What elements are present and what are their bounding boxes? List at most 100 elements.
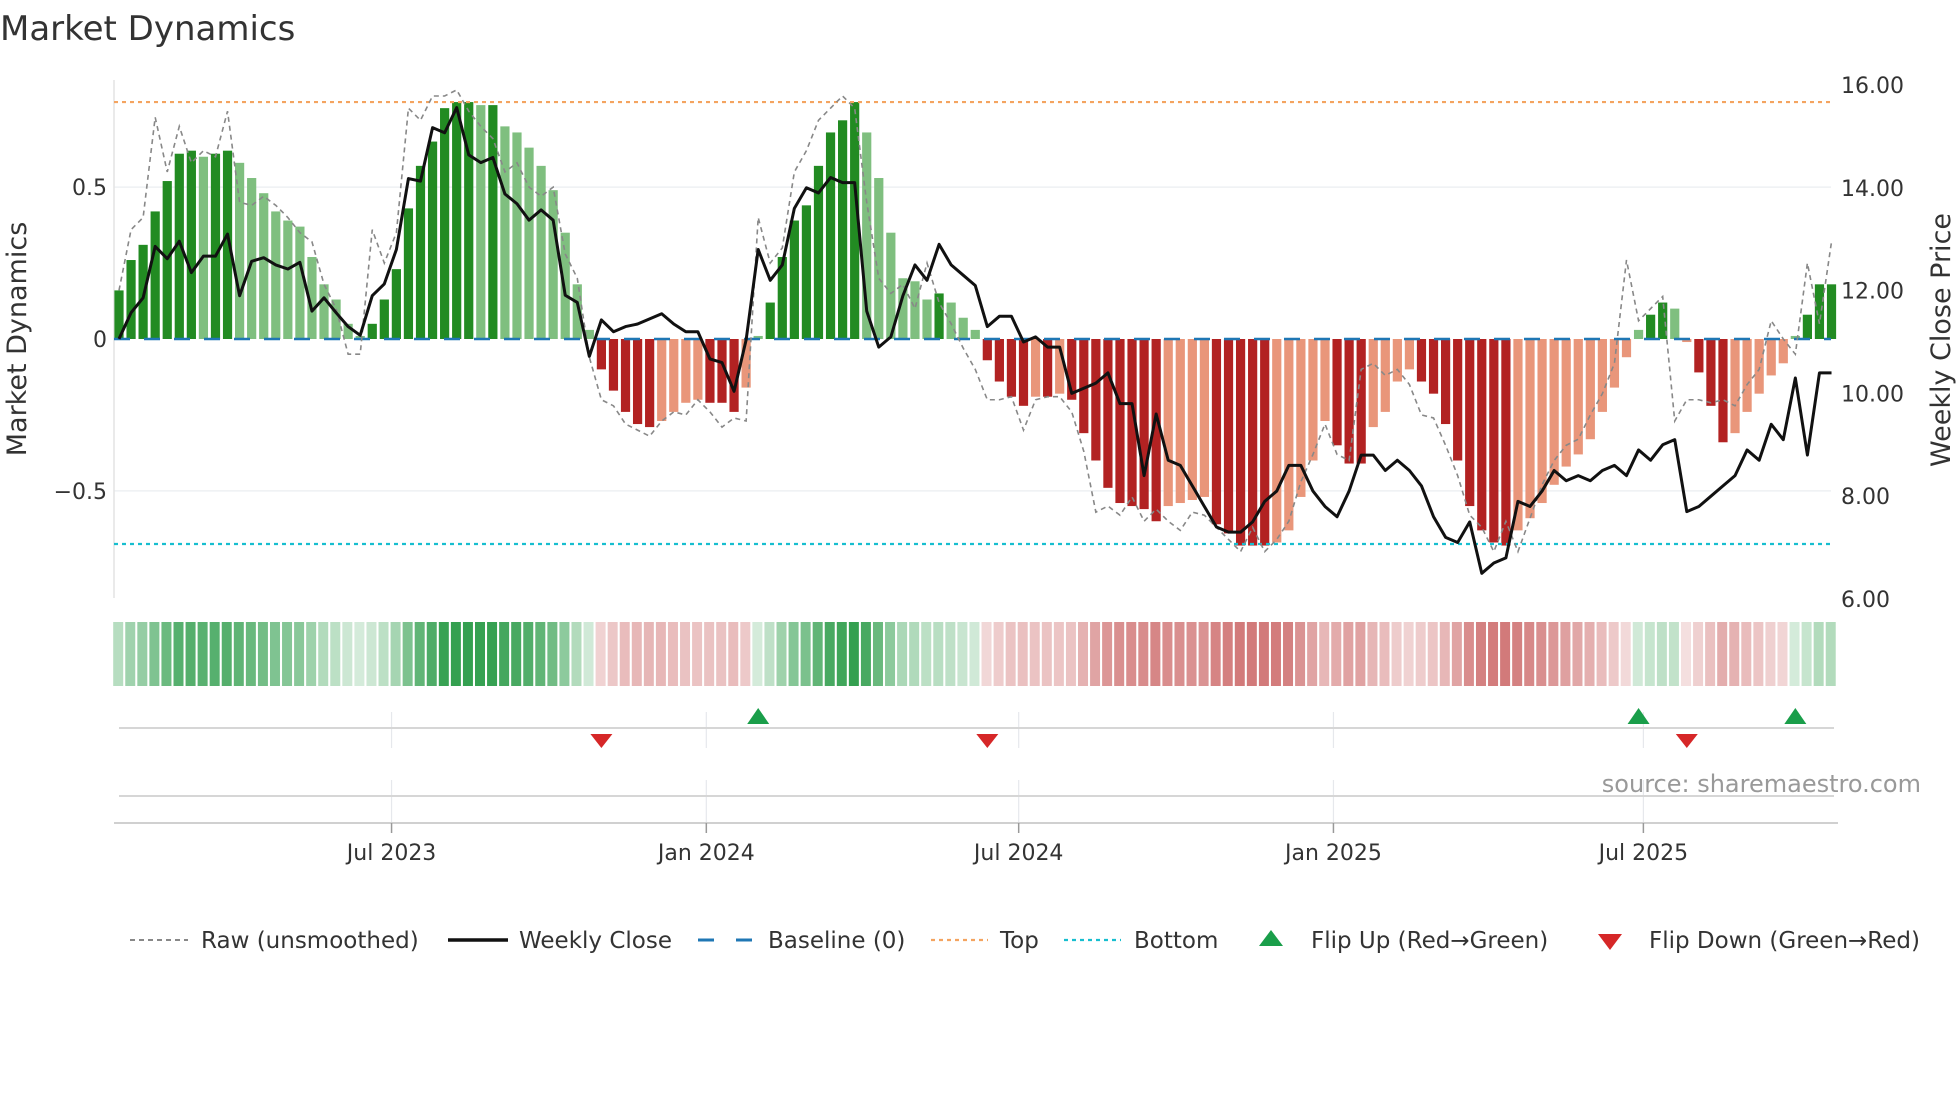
heat-cell xyxy=(1681,622,1691,686)
heat-cell xyxy=(1114,622,1125,686)
heat-cell xyxy=(137,622,148,686)
heat-cell xyxy=(800,622,811,686)
dynamics-bar xyxy=(1344,339,1354,464)
dynamics-bar xyxy=(825,132,836,339)
dynamics-bar xyxy=(789,220,799,339)
heat-cell xyxy=(993,622,1004,686)
dynamics-bar xyxy=(150,211,160,339)
heat-cell xyxy=(740,622,751,686)
heat-cell xyxy=(1295,622,1306,686)
dynamics-bar xyxy=(500,126,510,339)
heat-cell xyxy=(342,622,353,686)
heat-cell xyxy=(535,622,546,686)
heat-cell xyxy=(848,622,859,686)
dynamics-bar xyxy=(235,162,245,339)
dynamics-bar xyxy=(476,105,486,339)
heat-cell xyxy=(1126,622,1137,686)
dynamics-bar xyxy=(1260,339,1270,546)
heat-cell xyxy=(185,622,196,686)
heat-cell xyxy=(1053,622,1064,686)
market-dynamics-chart: Market Dynamics 0.5 0 −0.5 16.00 14.00 12.00… xyxy=(0,9,1957,954)
heat-cell xyxy=(885,622,896,686)
heat-cell xyxy=(957,622,968,686)
dynamics-bar xyxy=(1694,339,1704,373)
heat-cell xyxy=(390,622,401,686)
y2-tick-label: 8.00 xyxy=(1841,485,1890,510)
heat-cell xyxy=(1403,622,1414,686)
y2-tick-label: 14.00 xyxy=(1841,177,1904,202)
x-axis-ticks: Jul 2023 Jan 2024 Jul 2024 Jan 2025 Jul 2025 xyxy=(345,823,1688,866)
y2-tick-label: 6.00 xyxy=(1841,588,1890,613)
dynamics-bar xyxy=(1416,339,1427,382)
heat-cell xyxy=(1210,622,1221,686)
heat-cell xyxy=(595,622,606,686)
heat-cell xyxy=(1753,622,1764,686)
heat-cell xyxy=(667,622,678,686)
heat-cell xyxy=(1319,622,1330,686)
heat-cell xyxy=(1307,622,1318,686)
heat-cell xyxy=(1174,622,1185,686)
dynamics-bar xyxy=(295,226,305,339)
heat-cell xyxy=(1560,622,1571,686)
heat-cell xyxy=(824,622,835,686)
dynamics-bar xyxy=(1537,339,1547,504)
dynamics-bar xyxy=(608,339,619,391)
dynamics-bar xyxy=(283,220,293,339)
dynamics-bar xyxy=(1356,339,1366,464)
heat-cell xyxy=(607,622,618,686)
dynamics-bar xyxy=(681,339,691,403)
heat-cell xyxy=(487,622,498,686)
heat-cell xyxy=(571,622,582,686)
legend-label-raw: Raw (unsmoothed) xyxy=(201,928,419,954)
dynamics-bar xyxy=(801,205,812,339)
dynamics-bar xyxy=(632,339,643,425)
dynamics-bar xyxy=(693,339,703,400)
heat-cell xyxy=(149,622,160,686)
legend: Raw (unsmoothed) Weekly Close Baseline (0)… xyxy=(130,928,1920,954)
dynamics-bar xyxy=(210,153,221,339)
flip-up-marker xyxy=(747,708,770,724)
heat-cell xyxy=(716,622,727,686)
dynamics-bar xyxy=(1115,339,1125,504)
heat-cell xyxy=(1102,622,1113,686)
legend-label-bottom: Bottom xyxy=(1134,928,1218,954)
left-axis-title: Market Dynamics xyxy=(2,222,33,457)
dynamics-bar xyxy=(1573,339,1583,455)
dynamics-bar xyxy=(874,178,884,339)
heat-cell xyxy=(1705,622,1716,686)
dynamics-bar xyxy=(367,323,377,339)
heat-cell xyxy=(318,622,329,686)
heat-cell xyxy=(1270,622,1281,686)
legend-label-close: Weekly Close xyxy=(519,928,672,954)
heat-cell xyxy=(306,622,317,686)
dynamics-bar xyxy=(1368,339,1378,428)
legend-flip-up-icon xyxy=(1259,930,1283,946)
heat-cell xyxy=(1379,622,1390,686)
x-tick-label: Jul 2025 xyxy=(1597,841,1689,866)
dynamics-bar xyxy=(536,165,546,339)
heat-cell xyxy=(1668,622,1679,686)
dynamics-bar xyxy=(126,260,136,339)
dynamics-bar xyxy=(1235,339,1246,546)
heat-cell xyxy=(523,622,534,686)
heat-cell xyxy=(282,622,293,686)
dynamics-bar xyxy=(1006,339,1017,397)
heat-cell xyxy=(1789,622,1800,686)
heat-cell xyxy=(1283,622,1294,686)
heat-cell xyxy=(1596,622,1607,686)
flip-up-marker xyxy=(1627,708,1650,724)
dynamics-bar xyxy=(186,150,196,339)
y-tick-label: 0.5 xyxy=(72,176,107,201)
heat-cell xyxy=(1777,622,1788,686)
dynamics-bar xyxy=(922,299,932,339)
heat-cell xyxy=(414,622,425,686)
dynamics-bar xyxy=(1621,339,1632,358)
heat-cell xyxy=(897,622,908,686)
heat-cell xyxy=(378,622,389,686)
legend-label-flip-down: Flip Down (Green→Red) xyxy=(1649,928,1920,954)
heat-cell xyxy=(475,622,485,686)
heat-cell xyxy=(257,622,268,686)
dynamics-bar xyxy=(669,339,679,412)
flip-down-marker xyxy=(590,734,613,748)
dynamics-bar xyxy=(427,141,438,339)
